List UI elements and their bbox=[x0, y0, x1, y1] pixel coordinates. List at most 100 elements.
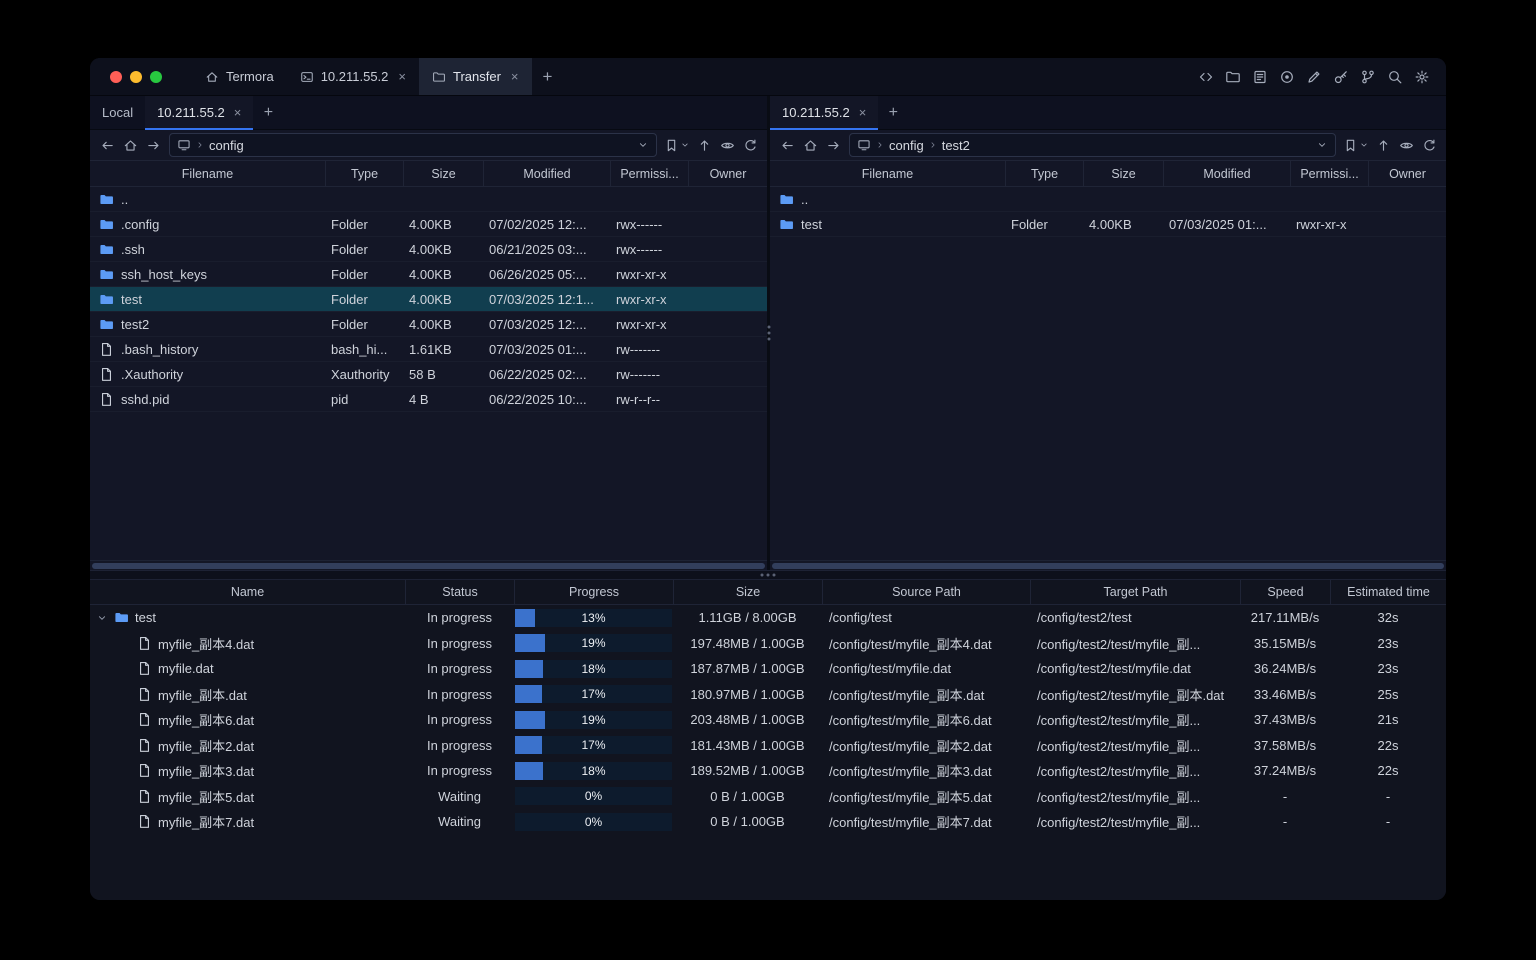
close-icon[interactable]: × bbox=[234, 106, 242, 119]
edit-button[interactable] bbox=[1302, 65, 1326, 89]
path-input[interactable]: config test2 bbox=[849, 133, 1336, 157]
horizontal-scrollbar[interactable] bbox=[770, 560, 1446, 570]
transfer-name-cell[interactable]: myfile_副本4.dat bbox=[90, 634, 405, 653]
transfer-row[interactable]: myfile_副本6.dat In progress 19% 203.48MB / 1… bbox=[90, 707, 1446, 733]
column-header-type[interactable]: Type bbox=[1005, 161, 1083, 186]
column-header-filename[interactable]: Filename bbox=[90, 161, 325, 186]
column-header-permissi[interactable]: Permissi... bbox=[1290, 161, 1368, 186]
file-row[interactable]: .Xauthority Xauthority 58 B 06/22/2025 02:.… bbox=[90, 362, 767, 387]
titlebar-tab-termora[interactable]: Termora bbox=[192, 58, 287, 95]
column-header-size[interactable]: Size bbox=[403, 161, 483, 186]
file-row[interactable]: test2 Folder 4.00KB 07/03/2025 12:... rwxr-x… bbox=[90, 312, 767, 337]
transfer-name-cell[interactable]: myfile_副本7.dat bbox=[90, 812, 405, 831]
column-header-modified[interactable]: Modified bbox=[1163, 161, 1290, 186]
show-hidden-button[interactable] bbox=[1395, 134, 1417, 156]
file-row[interactable]: test Folder 4.00KB 07/03/2025 01:... rwxr-xr… bbox=[770, 212, 1446, 237]
upload-button[interactable] bbox=[693, 134, 715, 156]
refresh-button[interactable] bbox=[739, 134, 761, 156]
column-header-size[interactable]: Size bbox=[673, 580, 822, 604]
transfer-row[interactable]: myfile_副本3.dat In progress 18% 189.52MB / 1… bbox=[90, 758, 1446, 784]
transfer-name-cell[interactable]: myfile_副本2.dat bbox=[90, 736, 405, 755]
bookmark-button[interactable] bbox=[662, 134, 692, 156]
file-row[interactable]: .. bbox=[770, 187, 1446, 212]
path-input[interactable]: config bbox=[169, 133, 657, 157]
column-header-estimated-time[interactable]: Estimated time bbox=[1330, 580, 1446, 604]
file-row[interactable]: .ssh Folder 4.00KB 06/21/2025 03:... rwx----… bbox=[90, 237, 767, 262]
column-header-filename[interactable]: Filename bbox=[770, 161, 1005, 186]
column-header-modified[interactable]: Modified bbox=[483, 161, 610, 186]
column-header-speed[interactable]: Speed bbox=[1240, 580, 1330, 604]
forward-button[interactable] bbox=[822, 134, 844, 156]
file-row[interactable]: .bash_history bash_hi... 1.61KB 07/03/2025 … bbox=[90, 337, 767, 362]
key-button[interactable] bbox=[1329, 65, 1353, 89]
transfer-row[interactable]: myfile_副本4.dat In progress 19% 197.48MB / 1… bbox=[90, 631, 1446, 657]
column-header-permissi[interactable]: Permissi... bbox=[610, 161, 688, 186]
transfer-name-cell[interactable]: myfile_副本6.dat bbox=[90, 710, 405, 729]
search-button[interactable] bbox=[1383, 65, 1407, 89]
titlebar-tab-transfer[interactable]: Transfer × bbox=[419, 58, 532, 95]
new-panel-tab-button[interactable]: + bbox=[253, 96, 283, 129]
zoom-window-button[interactable] bbox=[150, 70, 162, 83]
path-segment[interactable]: test2 bbox=[942, 138, 970, 153]
back-button[interactable] bbox=[96, 134, 118, 156]
forward-button[interactable] bbox=[142, 134, 164, 156]
transfer-name-cell[interactable]: myfile_副本3.dat bbox=[90, 761, 405, 780]
column-header-size[interactable]: Size bbox=[1083, 161, 1163, 186]
transfer-row[interactable]: myfile_副本.dat In progress 17% 180.97MB / 1.… bbox=[90, 682, 1446, 708]
column-header-source-path[interactable]: Source Path bbox=[822, 580, 1030, 604]
horizontal-splitter[interactable] bbox=[90, 570, 1446, 580]
file-row[interactable]: sshd.pid pid 4 B 06/22/2025 10:... rw-r--r-- bbox=[90, 387, 767, 412]
transfer-row[interactable]: myfile_副本2.dat In progress 17% 181.43MB / 1… bbox=[90, 733, 1446, 759]
minimize-window-button[interactable] bbox=[130, 70, 142, 83]
panel-tab-local[interactable]: Local bbox=[90, 96, 145, 129]
column-header-status[interactable]: Status bbox=[405, 580, 514, 604]
transfer-row[interactable]: myfile.dat In progress 18% 187.87MB / 1.00G… bbox=[90, 656, 1446, 682]
home-button[interactable] bbox=[799, 134, 821, 156]
close-window-button[interactable] bbox=[110, 70, 122, 83]
record-button[interactable] bbox=[1275, 65, 1299, 89]
new-panel-tab-button[interactable]: + bbox=[878, 96, 908, 129]
scrollbar-thumb[interactable] bbox=[92, 563, 765, 569]
file-row[interactable]: .config Folder 4.00KB 07/02/2025 12:... rwx-… bbox=[90, 212, 767, 237]
new-tab-button[interactable]: + bbox=[532, 58, 564, 95]
log-button[interactable] bbox=[1248, 65, 1272, 89]
chevron-down-icon[interactable] bbox=[96, 612, 108, 624]
path-segment[interactable]: config bbox=[889, 138, 924, 153]
chevron-down-icon[interactable] bbox=[637, 139, 649, 151]
file-row[interactable]: ssh_host_keys Folder 4.00KB 06/26/2025 05:.… bbox=[90, 262, 767, 287]
transfer-name-cell[interactable]: myfile_副本.dat bbox=[90, 685, 405, 704]
close-icon[interactable]: × bbox=[859, 106, 867, 119]
vertical-splitter[interactable] bbox=[767, 96, 770, 570]
close-icon[interactable]: × bbox=[398, 70, 406, 83]
back-button[interactable] bbox=[776, 134, 798, 156]
code-button[interactable] bbox=[1194, 65, 1218, 89]
bookmark-button[interactable] bbox=[1341, 134, 1371, 156]
transfer-name-cell[interactable]: test bbox=[90, 610, 405, 625]
home-button[interactable] bbox=[119, 134, 141, 156]
transfer-row[interactable]: myfile_副本5.dat Waiting 0% 0 B / 1.00GB/conf… bbox=[90, 784, 1446, 810]
panel-tab-10-211-55-2[interactable]: 10.211.55.2 × bbox=[770, 96, 879, 130]
branch-button[interactable] bbox=[1356, 65, 1380, 89]
titlebar-tab-10-211-55-2[interactable]: 10.211.55.2 × bbox=[287, 58, 419, 95]
column-header-owner[interactable]: Owner bbox=[688, 161, 767, 186]
column-header-name[interactable]: Name bbox=[90, 580, 405, 604]
scrollbar-thumb[interactable] bbox=[772, 563, 1444, 569]
folder-button[interactable] bbox=[1221, 65, 1245, 89]
column-header-type[interactable]: Type bbox=[325, 161, 403, 186]
transfer-name-cell[interactable]: myfile.dat bbox=[90, 661, 405, 676]
column-header-target-path[interactable]: Target Path bbox=[1030, 580, 1240, 604]
file-row[interactable]: .. bbox=[90, 187, 767, 212]
column-header-progress[interactable]: Progress bbox=[514, 580, 673, 604]
path-segment[interactable]: config bbox=[209, 138, 244, 153]
transfer-row[interactable]: test In progress 13% 1.11GB / 8.00GB/config… bbox=[90, 605, 1446, 631]
file-row[interactable]: test Folder 4.00KB 07/03/2025 12:1... rwxr-x… bbox=[90, 287, 767, 312]
horizontal-scrollbar[interactable] bbox=[90, 560, 767, 570]
transfer-name-cell[interactable]: myfile_副本5.dat bbox=[90, 787, 405, 806]
show-hidden-button[interactable] bbox=[716, 134, 738, 156]
upload-button[interactable] bbox=[1372, 134, 1394, 156]
chevron-down-icon[interactable] bbox=[1316, 139, 1328, 151]
column-header-owner[interactable]: Owner bbox=[1368, 161, 1446, 186]
refresh-button[interactable] bbox=[1418, 134, 1440, 156]
settings-button[interactable] bbox=[1410, 65, 1434, 89]
close-icon[interactable]: × bbox=[511, 70, 519, 83]
